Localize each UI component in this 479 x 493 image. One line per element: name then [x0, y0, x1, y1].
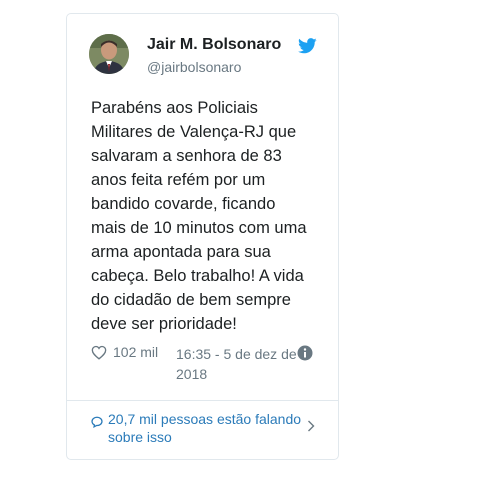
comment-icon	[91, 416, 103, 428]
author-name[interactable]: Jair M. Bolsonaro	[147, 36, 281, 54]
tweet-card[interactable]: Jair M. Bolsonaro @jairbolsonaro Parabén…	[66, 13, 339, 460]
info-icon[interactable]	[297, 345, 313, 361]
author-handle[interactable]: @jairbolsonaro	[147, 59, 241, 75]
tweet-text: Parabéns aos Policiais Militares de Vale…	[91, 99, 307, 333]
conversation-link[interactable]: 20,7 mil pessoas estão falando sobre iss…	[67, 401, 338, 459]
chevron-right-icon[interactable]	[307, 420, 315, 432]
avatar[interactable]	[89, 34, 129, 74]
heart-icon[interactable]	[91, 345, 107, 360]
conversation-label[interactable]: 20,7 mil pessoas estão falando sobre iss…	[108, 410, 308, 446]
tweet-meta: 102 mil 16:35 - 5 de dez de 2018	[91, 344, 316, 384]
timestamp[interactable]: 16:35 - 5 de dez de 2018	[176, 344, 309, 384]
like-count[interactable]: 102 mil	[113, 344, 158, 360]
twitter-bird-icon[interactable]	[298, 38, 317, 54]
